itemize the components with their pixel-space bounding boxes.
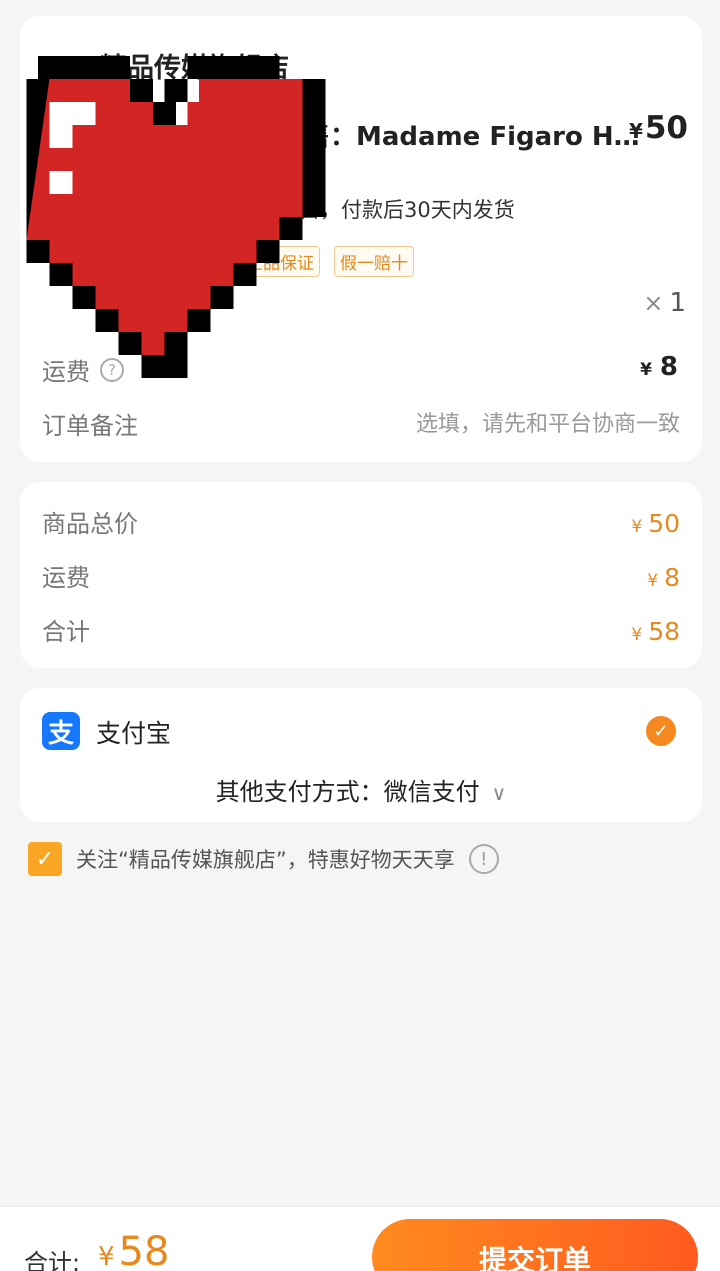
- total-label: 合计:: [24, 1249, 81, 1271]
- submit-order-button[interactable]: 提交订单: [372, 1219, 698, 1271]
- product-title[interactable]: 预售：Madame Figaro H…: [278, 116, 648, 153]
- summary-row: 商品总价 ¥ 50: [42, 504, 680, 539]
- alipay-option[interactable]: 支付宝: [96, 714, 171, 750]
- alipay-icon: 支: [42, 712, 80, 750]
- summary-row: 合计 ¥ 58: [42, 612, 680, 647]
- currency-symbol: ¥: [628, 119, 643, 143]
- summary-amount: 8: [664, 563, 680, 592]
- product-price-value: 50: [644, 110, 688, 146]
- currency-symbol: ¥: [647, 571, 659, 591]
- follow-shop-row: ✓ 关注“精品传媒旗舰店”，特惠好物天天享 !: [28, 842, 499, 876]
- remark-input[interactable]: 选填，请先和平台协商一致: [416, 406, 680, 438]
- info-icon[interactable]: !: [468, 844, 499, 874]
- currency-symbol: ¥: [640, 360, 652, 380]
- tag-fake-compensation: 假一赔十: [334, 246, 414, 277]
- summary-amount: 58: [648, 617, 680, 646]
- other-payment-methods[interactable]: 其他支付方式：微信支付 ∨: [20, 772, 702, 807]
- total-amount: 58: [118, 1229, 170, 1271]
- payment-card: 支 支付宝 ✓ 其他支付方式：微信支付 ∨: [20, 688, 702, 822]
- bottom-bar: 合计: ¥ 58 提交订单: [0, 1206, 720, 1271]
- shipping-fee-value: 8: [659, 352, 678, 382]
- summary-value: ¥ 8: [647, 563, 680, 592]
- summary-label: 合计: [42, 618, 90, 646]
- total-value: ¥ 58: [98, 1229, 169, 1271]
- pixel-heart-sticker: [26, 56, 326, 378]
- follow-checkbox[interactable]: ✓: [28, 842, 62, 876]
- quantity: × 1: [643, 288, 686, 318]
- summary-value: ¥ 50: [631, 509, 680, 538]
- chevron-down-icon: ∨: [491, 781, 507, 805]
- multiply-sign: ×: [643, 289, 664, 317]
- remark-label: 订单备注: [42, 412, 138, 440]
- currency-symbol: ¥: [631, 517, 643, 537]
- product-card: 精品传媒旗舰店 预售：Madame Figaro H… ¥ 50 预售，付款后3…: [20, 16, 702, 462]
- currency-symbol: ¥: [631, 625, 643, 645]
- product-price: ¥ 50: [629, 110, 688, 146]
- currency-symbol: ¥: [98, 1242, 115, 1271]
- order-confirm-page: 精品传媒旗舰店 预售：Madame Figaro H… ¥ 50 预售，付款后3…: [0, 0, 720, 1271]
- quantity-value: 1: [669, 288, 686, 318]
- summary-value: ¥ 58: [631, 617, 680, 646]
- summary-label: 商品总价: [42, 510, 138, 538]
- shipping-fee: ¥ 8: [640, 352, 678, 382]
- other-payment-label: 其他支付方式：微信支付: [215, 778, 480, 806]
- selected-check-icon[interactable]: ✓: [646, 716, 676, 746]
- follow-text: 关注“精品传媒旗舰店”，特惠好物天天享: [76, 848, 455, 872]
- summary-row: 运费 ¥ 8: [42, 558, 680, 593]
- summary-label: 运费: [42, 564, 90, 592]
- summary-amount: 50: [648, 509, 680, 538]
- price-summary-card: 商品总价 ¥ 50 运费 ¥ 8 合计 ¥ 58: [20, 482, 702, 668]
